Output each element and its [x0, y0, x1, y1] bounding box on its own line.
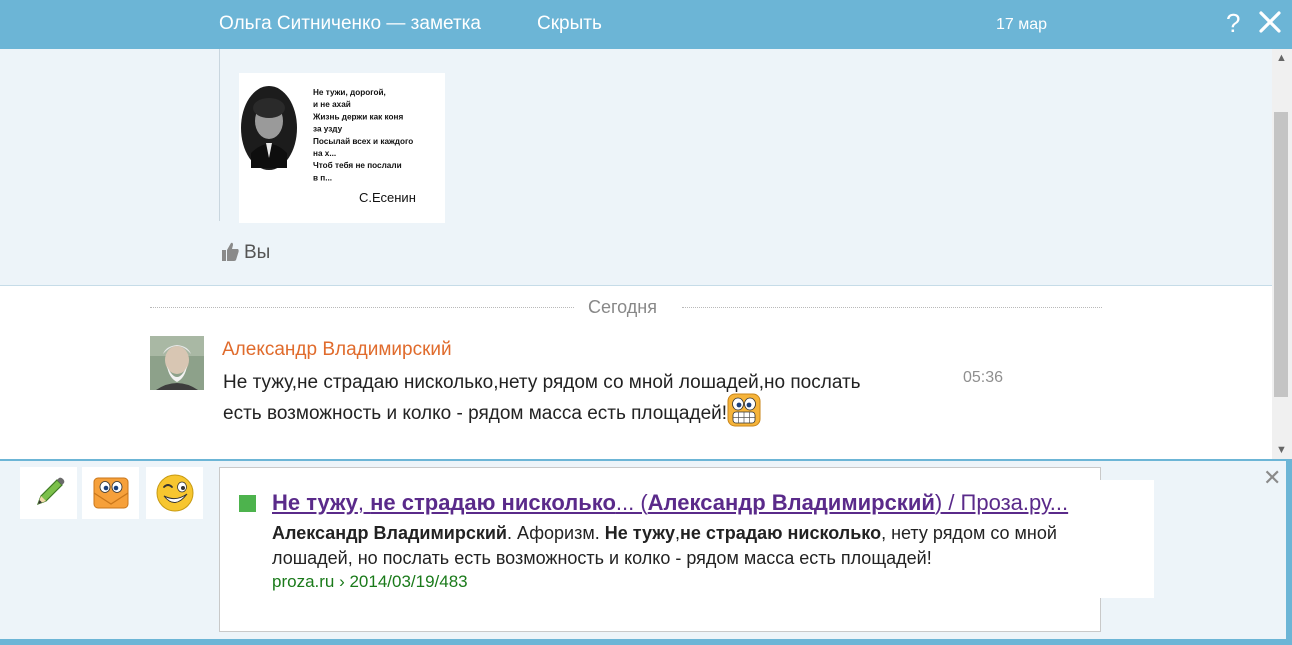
snippet-text-fragment: Не тужу — [604, 523, 675, 543]
snippet-text-fragment: ... ( — [615, 490, 648, 515]
window-bottom-border — [0, 639, 1292, 645]
scroll-up-arrow-icon[interactable]: ▲ — [1276, 52, 1287, 64]
message-author[interactable]: Александр Владимирский — [222, 339, 452, 361]
panel-close-button[interactable]: ✕ — [1263, 465, 1281, 491]
section-separator — [0, 285, 1272, 286]
snippet-text-fragment: , — [357, 490, 371, 515]
pencil-tool-button[interactable] — [20, 467, 77, 519]
poem-line: Чтоб тебя не послали — [313, 160, 402, 170]
note-image[interactable]: Не тужи, дорогой, и не ахай Жизнь держи ка… — [239, 73, 445, 223]
note-left-rule — [219, 49, 220, 221]
grinning-emoji-icon — [727, 393, 761, 427]
snippet-text-fragment: . Афоризм. — [506, 523, 605, 543]
hide-link[interactable]: Скрыть — [537, 13, 602, 35]
avatar-image — [150, 336, 204, 390]
smiley-envelope-icon — [93, 477, 128, 509]
snippet-text-fragment: Александр Владимирский — [647, 490, 935, 515]
close-icon — [1259, 11, 1281, 33]
snippet-text: Александр Владимирский. Афоризм. Не тужу… — [272, 521, 1142, 571]
thumbs-up-icon — [222, 242, 239, 261]
poem-line: Жизнь держи как коня — [312, 112, 403, 121]
smiley-button[interactable] — [146, 467, 203, 519]
snippet-title-link[interactable]: Не тужу, не страдаю нисколько... (Алекса… — [272, 490, 1068, 516]
avatar[interactable] — [150, 336, 204, 390]
compose-panel-border — [0, 459, 1292, 461]
esenin-portrait-image: Не тужи, дорогой, и не ахай Жизнь держи ка… — [239, 73, 445, 223]
poem-line: и не ахай — [313, 100, 351, 109]
scroll-down-arrow-icon[interactable]: ▼ — [1276, 444, 1287, 456]
message-time: 05:36 — [963, 369, 1004, 386]
poem-line: Посылай всех и каждого — [313, 137, 413, 146]
window-right-border — [1286, 461, 1292, 645]
scrollbar-thumb[interactable] — [1274, 112, 1288, 397]
snippet-bullet-icon — [239, 495, 256, 512]
page-title: Ольга Ситниченко — заметка — [219, 13, 481, 34]
note-date: 17 мар — [996, 16, 1048, 33]
poem-line: Не тужи, дорогой, — [313, 88, 386, 97]
sticker-button[interactable] — [82, 467, 139, 519]
snippet-text-fragment: Не тужу — [272, 490, 358, 515]
divider-line-left — [150, 307, 574, 308]
close-button[interactable] — [1258, 10, 1282, 34]
wink-smiley-icon — [156, 474, 193, 512]
poem-signature: С.Есенин — [359, 190, 416, 205]
date-divider-label: Сегодня — [588, 297, 657, 317]
snippet-text-fragment: ) / Проза.ру... — [934, 490, 1069, 515]
message-body: Не тужу,не страдаю нисколько,нету рядом … — [223, 368, 863, 431]
like-button[interactable] — [220, 241, 240, 265]
snippet-text-fragment: не страдаю нисколько — [370, 490, 616, 515]
note-content-area — [0, 49, 1272, 285]
pencil-icon — [36, 477, 64, 506]
divider-line-right — [682, 307, 1102, 308]
poem-line: за узду — [313, 125, 343, 134]
poem-line: на х... — [313, 149, 336, 158]
message-text: Не тужу,не страдаю нисколько,нету рядом … — [223, 372, 861, 425]
note-header — [0, 0, 1292, 49]
snippet-text-fragment: не страдаю нисколько — [680, 523, 882, 543]
snippet-url[interactable]: proza.ru › 2014/03/19/483 — [272, 572, 468, 592]
like-label: Вы — [244, 242, 271, 263]
poem-line: в п... — [313, 173, 332, 182]
snippet-text-fragment: Александр Владимирский — [272, 523, 507, 543]
help-button[interactable]: ? — [1226, 8, 1240, 39]
